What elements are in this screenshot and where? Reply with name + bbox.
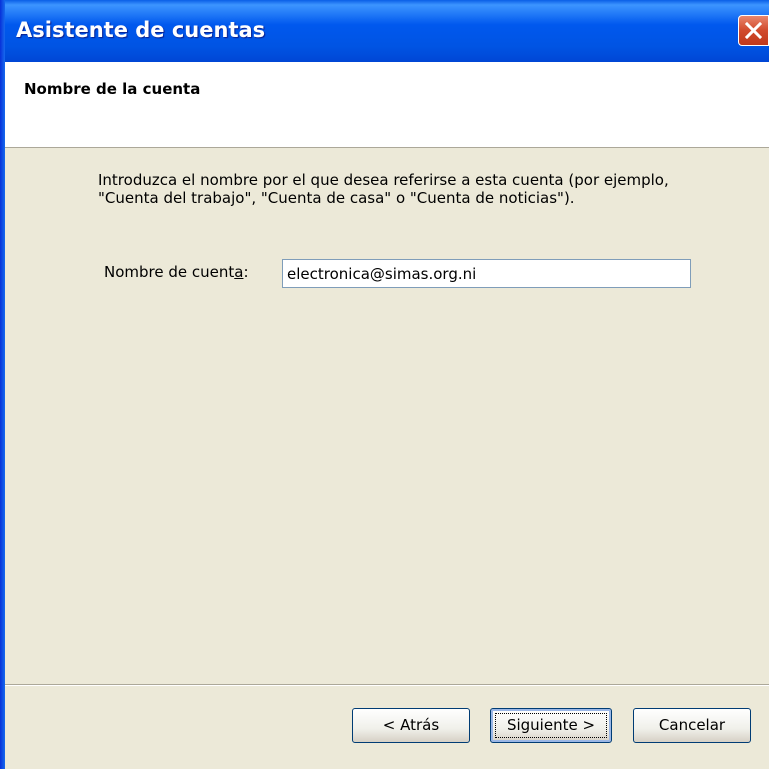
wizard-header: Nombre de la cuenta bbox=[5, 62, 769, 148]
account-name-input[interactable] bbox=[282, 259, 691, 288]
cancel-button[interactable]: Cancelar bbox=[633, 708, 751, 743]
title-bar[interactable]: Asistente de cuentas bbox=[0, 0, 769, 62]
back-button[interactable]: < Atrás bbox=[352, 708, 470, 743]
close-button[interactable] bbox=[738, 15, 769, 46]
account-wizard-window: Asistente de cuentas Nombre de la cuenta… bbox=[0, 0, 769, 769]
footer-divider bbox=[5, 684, 769, 686]
close-icon bbox=[745, 22, 762, 39]
account-name-label-prefix: Nombre de cuent bbox=[104, 263, 235, 281]
account-name-label-suffix: : bbox=[243, 263, 249, 281]
account-name-label: Nombre de cuenta: bbox=[104, 263, 249, 281]
window-title: Asistente de cuentas bbox=[16, 18, 266, 42]
next-button[interactable]: Siguiente > bbox=[490, 708, 612, 743]
focus-ring bbox=[495, 713, 607, 738]
instructions-text: Introduzca el nombre por el que desea re… bbox=[98, 171, 669, 207]
page-title: Nombre de la cuenta bbox=[24, 80, 201, 98]
